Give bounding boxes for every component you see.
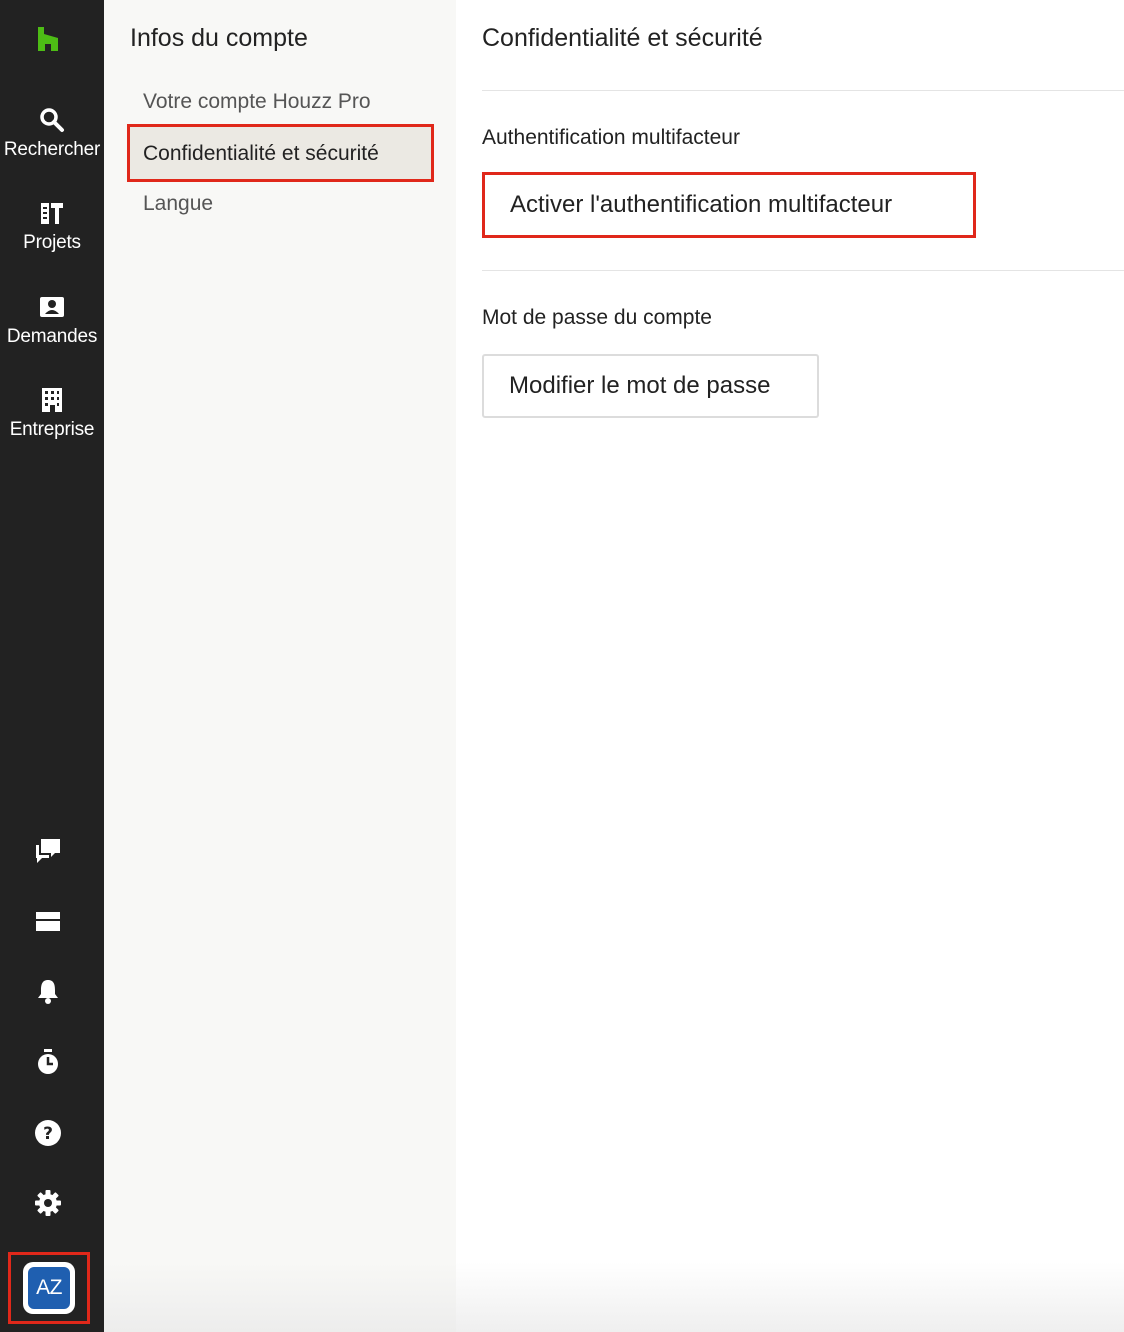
rail-item-projects[interactable]: Projets [0,200,104,254]
requests-icon [39,294,65,320]
password-section-title: Mot de passe du compte [482,306,712,329]
rail-item-label: Projets [23,232,81,253]
chat-icon[interactable] [33,836,63,866]
houzz-logo-icon[interactable] [36,27,60,51]
business-icon [39,387,65,413]
bell-icon[interactable] [33,976,63,1006]
rail-item-requests[interactable]: Demandes [0,294,104,348]
timer-icon[interactable] [33,1047,63,1077]
enable-mfa-button[interactable]: Activer l'authentification multifacteur [482,172,976,238]
rail-item-business[interactable]: Entreprise [0,387,104,441]
inbox-icon[interactable] [33,906,63,936]
divider [482,270,1124,271]
help-icon[interactable]: ? [33,1118,63,1148]
rail-item-label: Rechercher [3,139,101,160]
svg-text:?: ? [43,1124,53,1144]
search-icon [39,107,65,133]
rail-item-search[interactable]: Rechercher [0,107,104,161]
change-password-button[interactable]: Modifier le mot de passe [482,354,819,418]
avatar[interactable]: AZ [23,1262,75,1314]
rail-item-label: Entreprise [9,419,95,440]
main-rail: Rechercher Projets Demandes Entreprise ?… [0,0,104,1332]
rail-item-label: Demandes [6,326,98,347]
gear-icon[interactable] [33,1188,63,1218]
subnav-item-language[interactable]: Langue [143,192,213,216]
page-title: Confidentialité et sécurité [482,24,763,52]
mfa-section-title: Authentification multifacteur [482,126,740,149]
divider [482,90,1124,91]
avatar-initials: AZ [26,1265,72,1311]
avatar-highlight[interactable]: AZ [8,1252,90,1324]
projects-icon [39,200,65,226]
subnav-item-houzz-pro-account[interactable]: Votre compte Houzz Pro [143,90,371,114]
account-settings-nav: Infos du compte Votre compte Houzz Pro C… [104,0,456,1332]
subnav-item-label: Confidentialité et sécurité [143,142,379,165]
subnav-item-privacy-security[interactable]: Confidentialité et sécurité [127,124,434,182]
subnav-title: Infos du compte [130,24,308,52]
main-content: Confidentialité et sécurité Authentifica… [456,0,1124,1332]
